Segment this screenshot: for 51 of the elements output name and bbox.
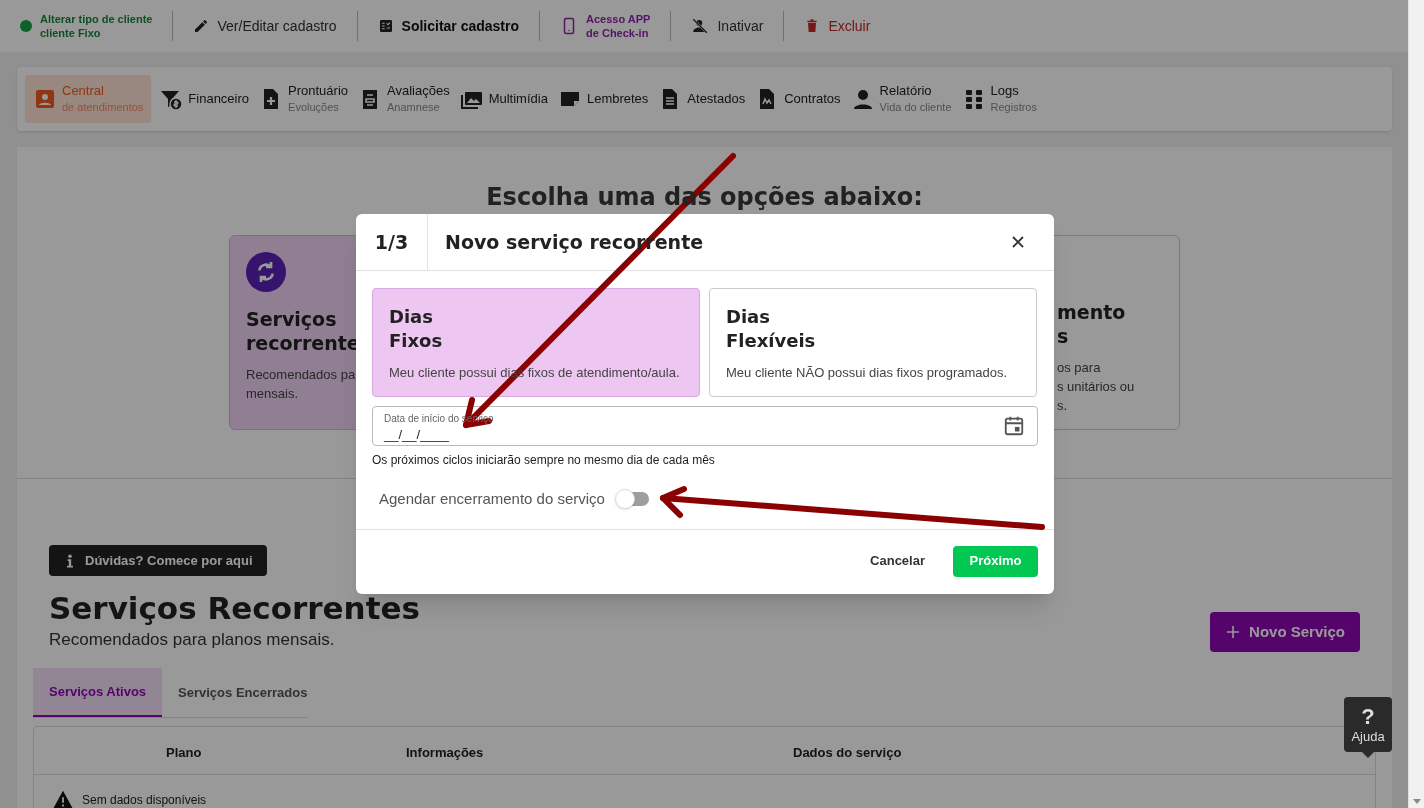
nav-tab[interactable]: Contratos	[753, 75, 843, 123]
card-title: mento	[1057, 300, 1126, 324]
toolbar-button[interactable]: Acesso APP de Check-in	[550, 12, 661, 40]
nav-tab[interactable]: Financeiro	[157, 75, 252, 123]
cancel-button[interactable]: Cancelar	[856, 545, 939, 577]
column-header: Plano	[166, 744, 202, 762]
toggle-switch[interactable]	[614, 489, 651, 510]
tab[interactable]: Serviços Encerrados	[162, 668, 324, 717]
calendar-icon	[1003, 415, 1025, 437]
nav-tab[interactable]: Lembretes	[555, 75, 651, 123]
toolbar-button[interactable]: Excluir	[794, 15, 881, 37]
pencil-icon	[193, 18, 210, 34]
page-subtitle: Recomendados para planos mensais.	[49, 629, 335, 651]
nav-tab[interactable]: Atestados	[656, 75, 748, 123]
column-header: Dados do serviço	[793, 744, 902, 762]
card-title: s	[1057, 324, 1069, 348]
toolbar-button[interactable]: Ver/Editar cadastro	[183, 15, 347, 37]
checklist-icon	[377, 18, 394, 34]
toolbar-button[interactable]: Alterar tipo de cliente cliente Fixo	[20, 12, 163, 40]
card-title: Serviços	[246, 307, 337, 331]
hint-text: Os próximos ciclos iniciarão sempre no mesmo dia de cada mês	[372, 452, 716, 469]
person-off-icon	[691, 17, 710, 35]
card-text: os para	[1057, 359, 1101, 377]
nav-tab[interactable]: Prontuário Evoluções	[257, 75, 351, 123]
empty-message: Sem dados disponíveis	[82, 792, 207, 808]
nav-tab[interactable]: Avaliações Anamnese	[356, 75, 452, 123]
card-text: s.	[1057, 397, 1068, 415]
pointer-tail-icon	[1362, 752, 1374, 758]
card-title: recorrente	[246, 331, 360, 355]
help-button[interactable]: ? Ajuda	[1344, 697, 1392, 752]
column-header: Informações	[406, 744, 484, 762]
contact-icon	[33, 87, 57, 111]
help-link-button[interactable]: Dúvidas? Comece por aqui	[49, 545, 267, 576]
plus-icon	[1225, 624, 1242, 640]
tab[interactable]: Serviços Ativos	[33, 668, 163, 717]
scroll-down-icon[interactable]	[1413, 799, 1421, 804]
scrollbar[interactable]	[1408, 0, 1424, 808]
nav-tab[interactable]: Relatório Vida do cliente	[848, 75, 954, 123]
card-text: Recomendados pa	[246, 366, 356, 384]
toolbar-button[interactable]: Inativar	[681, 15, 774, 37]
nav-tab[interactable]: Multimídia	[457, 75, 550, 123]
new-service-button[interactable]: Novo Serviço	[1210, 612, 1360, 652]
choice-card[interactable]: Dias Flexíveis Meu cliente NÃO possui dias fixos programados.	[709, 288, 1037, 397]
nav-tab[interactable]: Logs Registros	[959, 75, 1039, 123]
card-text: mensais.	[246, 385, 299, 403]
step-indicator: 1/3	[356, 214, 428, 270]
toggle-label: Agendar encerramento do serviço	[379, 489, 605, 509]
sync-icon	[246, 252, 286, 292]
toolbar-button[interactable]: Solicitar cadastro	[367, 15, 530, 37]
card-text: s unitários ou	[1057, 378, 1135, 396]
page-title: Serviços Recorrentes	[49, 589, 420, 628]
